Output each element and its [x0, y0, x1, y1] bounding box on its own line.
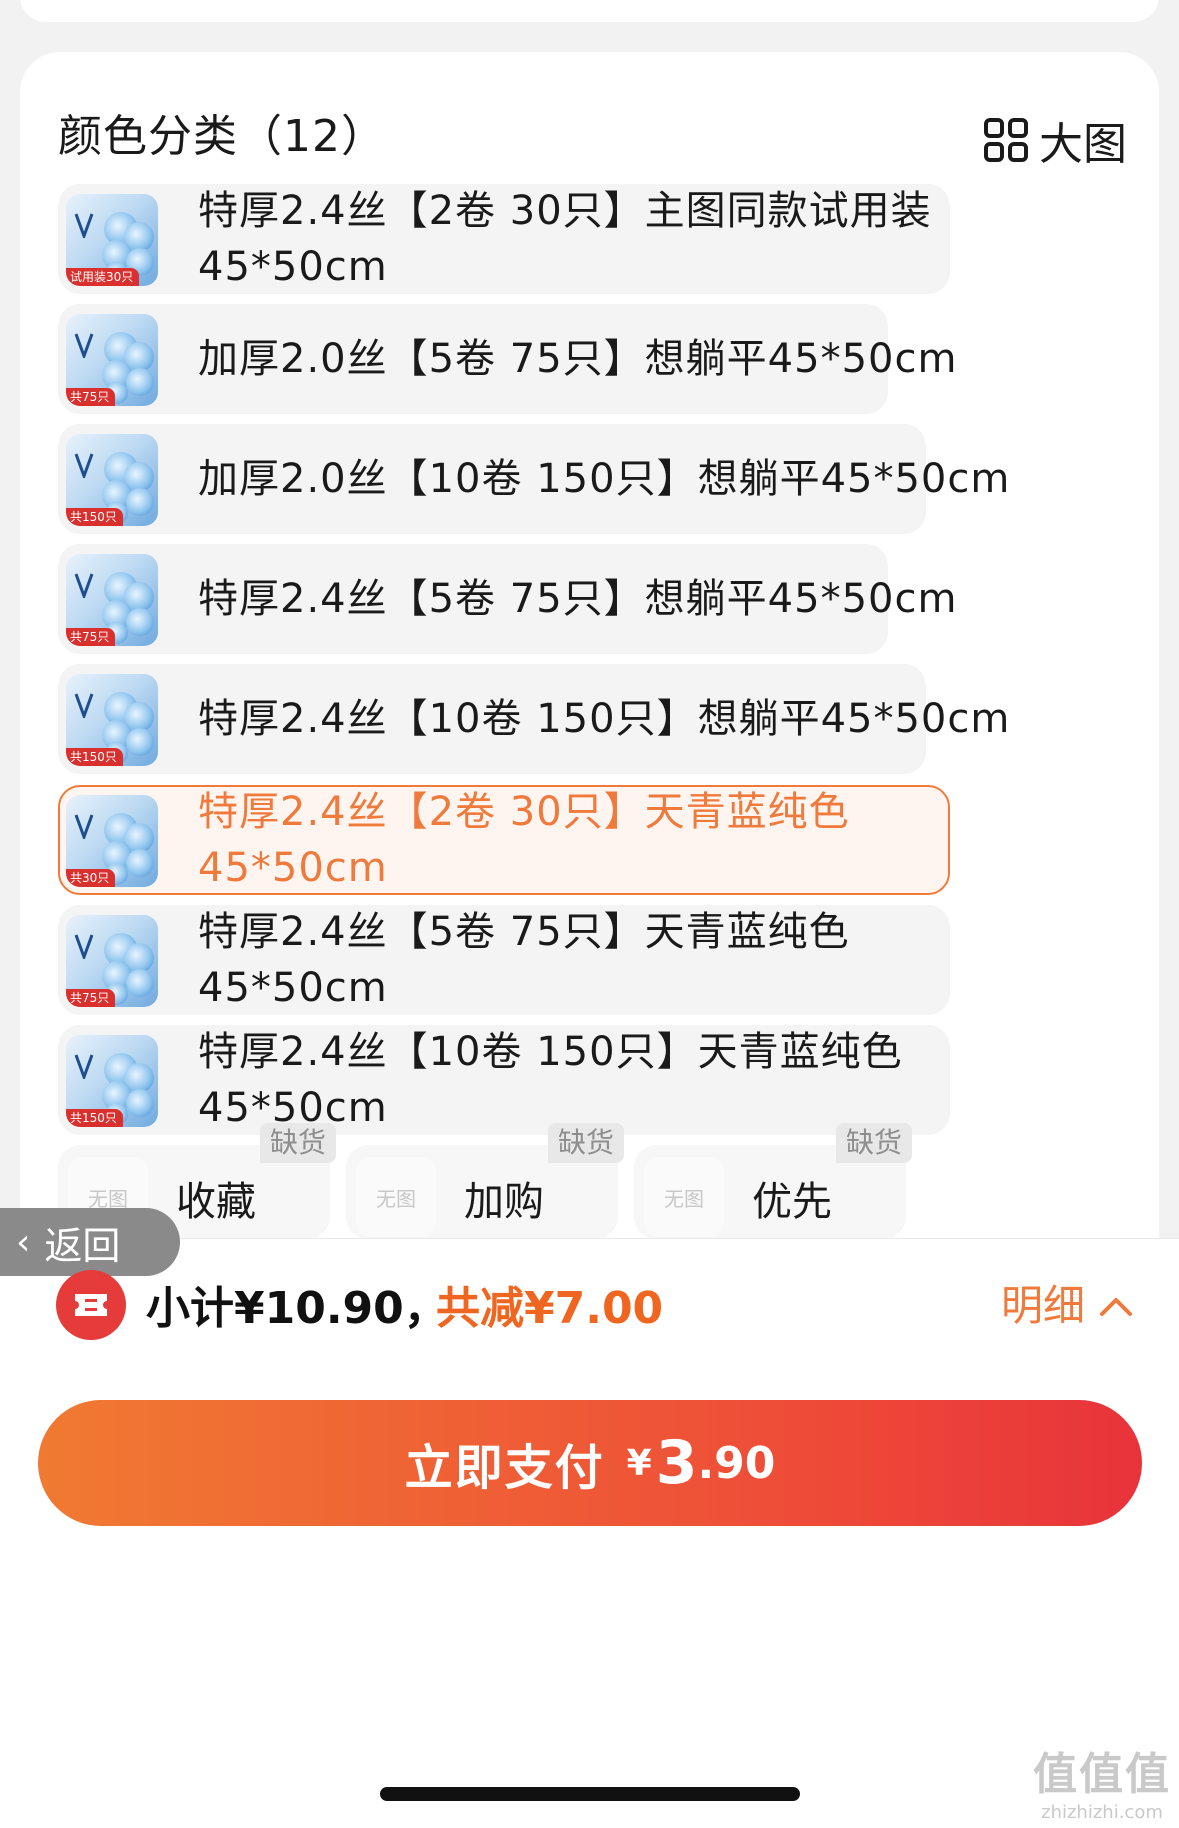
product-thumbnail: 共150只 — [66, 674, 158, 766]
no-image-placeholder: 无图 — [356, 1157, 436, 1237]
sku-option-label: 特厚2.4丝【2卷 30只】主图同款试用装 45*50cm — [198, 183, 932, 295]
previous-card — [20, 0, 1159, 22]
chevron-left-icon: ‹ — [16, 1221, 31, 1263]
thumbnail-count-tag: 共150只 — [66, 1109, 123, 1127]
discount-text: 共减¥7.00 — [436, 1283, 664, 1334]
sku-label-line2: 45*50cm — [198, 845, 388, 891]
watermark: 值值值 zhizhizhi.com — [1033, 1738, 1171, 1823]
sku-option-label: 特厚2.4丝【5卷 75只】天青蓝纯色 45*50cm — [198, 904, 850, 1016]
sku-option-label: 特厚2.4丝【10卷 150只】想躺平45*50cm — [198, 691, 1010, 747]
product-thumbnail: 共150只 — [66, 434, 158, 526]
thumbnail-count-tag: 试用装30只 — [66, 268, 140, 286]
sku-option[interactable]: 共75只 特厚2.4丝【5卷 75只】天青蓝纯色 45*50cm — [58, 905, 950, 1015]
watermark-logo: 值值值 — [1033, 1749, 1171, 1800]
thumbnail-count-tag: 共150只 — [66, 508, 123, 526]
sku-option-label: 加厚2.0丝【10卷 150只】想躺平45*50cm — [198, 451, 1010, 507]
subtotal-text: 小计¥10.90， — [146, 1283, 448, 1334]
thumbnail-count-tag: 共75只 — [66, 989, 116, 1007]
product-thumbnail: 共75只 — [66, 314, 158, 406]
panel-header: 颜色分类（12） — [58, 102, 386, 162]
sku-label-line1: 特厚2.4丝【2卷 30只】主图同款试用装 — [198, 188, 932, 234]
detail-label: 明细 — [1000, 1281, 1085, 1330]
sku-label-line1: 特厚2.4丝【10卷 150只】想躺平45*50cm — [198, 696, 1011, 742]
pay-label: 立即支付 — [404, 1440, 605, 1496]
sku-option[interactable]: 共150只 特厚2.4丝【10卷 150只】天青蓝纯色 45*50cm — [58, 1025, 950, 1135]
sku-option-label: 特厚2.4丝【10卷 150只】天青蓝纯色 45*50cm — [198, 1024, 903, 1136]
sku-option[interactable]: 共75只 特厚2.4丝【5卷 75只】想躺平45*50cm — [58, 544, 956, 654]
pay-amount-decimal: .90 — [697, 1437, 776, 1489]
sku-label-line1: 特厚2.4丝【5卷 75只】天青蓝纯色 — [198, 909, 850, 955]
out-of-stock-badge: 缺货 — [259, 1123, 336, 1163]
sku-option-label: 加厚2.0丝【5卷 75只】想躺平45*50cm — [198, 331, 957, 387]
out-of-stock-badge: 缺货 — [547, 1123, 624, 1163]
large-image-label: 大图 — [1039, 119, 1127, 170]
sku-label-line1: 特厚2.4丝【2卷 30只】天青蓝纯色 — [198, 789, 850, 835]
chevron-up-icon — [1099, 1278, 1133, 1327]
option-label: 收藏 — [176, 1179, 256, 1225]
large-image-toggle[interactable]: 大图 — [983, 108, 1127, 172]
detail-toggle[interactable]: 明细 — [1001, 1272, 1133, 1333]
product-thumbnail: 共150只 — [66, 1035, 158, 1127]
sku-option-label: 特厚2.4丝【2卷 30只】天青蓝纯色 45*50cm — [198, 784, 850, 896]
sku-option[interactable]: 共150只 加厚2.0丝【10卷 150只】想躺平45*50cm — [58, 424, 1009, 534]
option-label: 加购 — [464, 1179, 544, 1225]
thumbnail-count-tag: 共150只 — [66, 748, 123, 766]
thumbnail-count-tag: 共75只 — [66, 628, 116, 646]
sku-label-line2: 45*50cm — [198, 244, 388, 290]
product-thumbnail: 共30只 — [66, 795, 158, 887]
sku-option[interactable]: 试用装30只 特厚2.4丝【2卷 30只】主图同款试用装 45*50cm — [58, 184, 950, 294]
pay-now-button[interactable]: 立即支付 ¥ 3 .90 — [38, 1400, 1142, 1526]
oos-option-priority[interactable]: 无图 优先 缺货 — [634, 1123, 912, 1239]
page-title: 颜色分类（12） — [58, 111, 386, 162]
sku-option[interactable]: 共150只 特厚2.4丝【10卷 150只】想躺平45*50cm — [58, 664, 1009, 774]
oos-option-add-cart[interactable]: 无图 加购 缺货 — [346, 1123, 624, 1239]
product-thumbnail: 共75只 — [66, 915, 158, 1007]
product-thumbnail: 试用装30只 — [66, 194, 158, 286]
product-thumbnail: 共75只 — [66, 554, 158, 646]
sku-label-line1: 特厚2.4丝【10卷 150只】天青蓝纯色 — [198, 1029, 903, 1075]
pay-amount-integer: 3 — [655, 1428, 698, 1498]
watermark-url: zhizhizhi.com — [1041, 1802, 1163, 1823]
home-indicator[interactable] — [380, 1787, 800, 1801]
sku-label-line2: 45*50cm — [198, 965, 388, 1011]
back-label: 返回 — [44, 1223, 121, 1268]
no-image-placeholder: 无图 — [644, 1157, 724, 1237]
sku-option[interactable]: 共30只 特厚2.4丝【2卷 30只】天青蓝纯色 45*50cm — [58, 785, 950, 895]
sku-option[interactable]: 共75只 加厚2.0丝【5卷 75只】想躺平45*50cm — [58, 304, 956, 414]
sku-label-line1: 特厚2.4丝【5卷 75只】想躺平45*50cm — [198, 576, 958, 622]
thumbnail-count-tag: 共30只 — [66, 869, 116, 887]
pay-currency: ¥ — [626, 1442, 652, 1484]
option-label: 优先 — [752, 1179, 832, 1225]
coupon-icon — [56, 1270, 126, 1340]
sku-option-label: 特厚2.4丝【5卷 75只】想躺平45*50cm — [198, 571, 957, 627]
out-of-stock-badge: 缺货 — [835, 1123, 912, 1163]
thumbnail-count-tag: 共75只 — [66, 388, 116, 406]
back-button[interactable]: ‹ 返回 — [0, 1208, 180, 1276]
sku-label-line1: 加厚2.0丝【10卷 150只】想躺平45*50cm — [198, 456, 1011, 502]
sku-label-line1: 加厚2.0丝【5卷 75只】想躺平45*50cm — [198, 336, 958, 382]
grid-view-icon — [983, 117, 1029, 163]
